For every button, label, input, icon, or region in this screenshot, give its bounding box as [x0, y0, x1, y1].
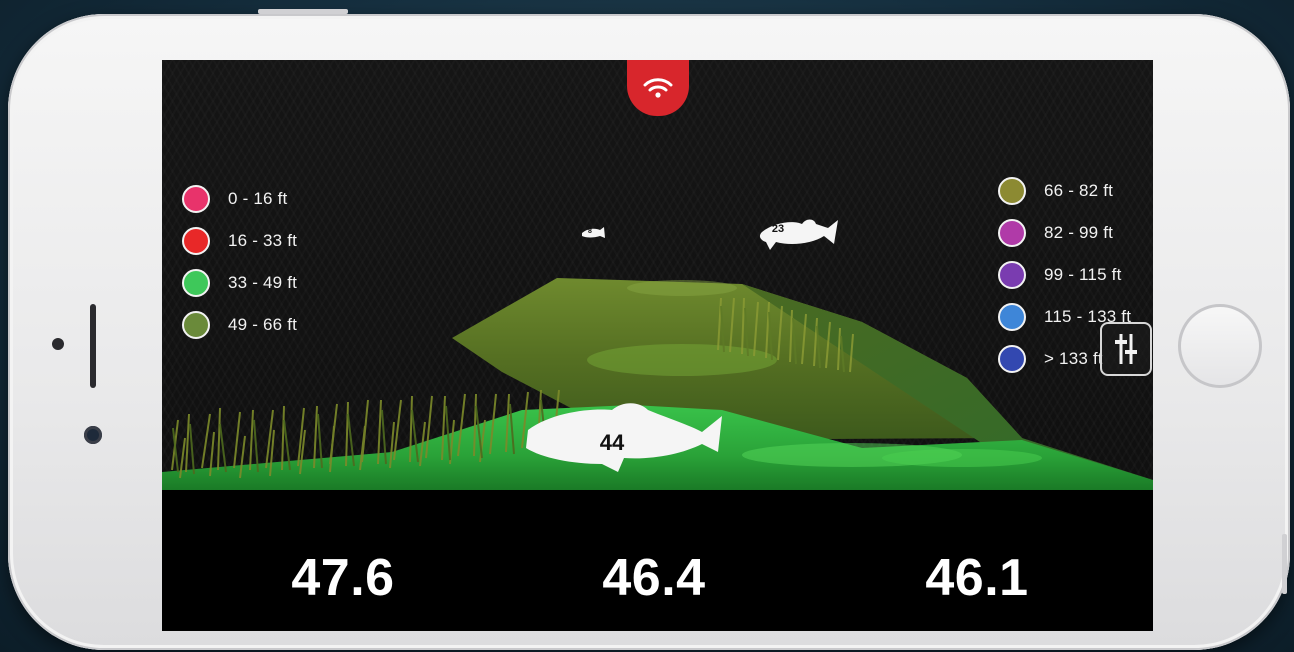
legend-color-dot	[182, 185, 210, 213]
readout-center: 46.4	[602, 549, 706, 607]
home-button[interactable]	[1178, 304, 1262, 388]
legend-label: 99 - 115 ft	[1044, 265, 1122, 284]
legend-label: 49 - 66 ft	[228, 315, 298, 334]
legend-item: 99 - 115 ft	[998, 254, 1131, 296]
readout-left: 47.6	[291, 549, 395, 607]
legend-item: 49 - 66 ft	[182, 304, 297, 346]
power-button	[258, 9, 348, 14]
legend-label: 33 - 49 ft	[228, 273, 298, 292]
legend-item: 16 - 33 ft	[182, 220, 297, 262]
sonar-3d-view[interactable]: 44 23 8 0 - 16 ft 16 - 33 ft 33 - 49 ft	[162, 60, 1153, 492]
depth-legend-left: 0 - 16 ft 16 - 33 ft 33 - 49 ft 49 - 66 …	[182, 178, 297, 346]
app-screen: 44 23 8 0 - 16 ft 16 - 33 ft 33 - 49 ft	[162, 60, 1153, 631]
legend-item: 82 - 99 ft	[998, 212, 1131, 254]
legend-color-dot	[182, 269, 210, 297]
phone-frame: 44 23 8 0 - 16 ft 16 - 33 ft 33 - 49 ft	[8, 9, 1290, 650]
legend-item: 0 - 16 ft	[182, 178, 297, 220]
legend-item: 66 - 82 ft	[998, 170, 1131, 212]
legend-label: 16 - 33 ft	[228, 231, 298, 250]
settings-sliders-button[interactable]	[1100, 322, 1152, 376]
legend-label: 66 - 82 ft	[1044, 181, 1114, 200]
legend-label: 0 - 16 ft	[228, 189, 288, 208]
legend-color-dot	[182, 311, 210, 339]
legend-item: 33 - 49 ft	[182, 262, 297, 304]
readout-right: 46.1	[925, 549, 1029, 607]
wifi-status-tab[interactable]	[627, 60, 689, 116]
legend-color-dot	[998, 345, 1026, 373]
legend-color-dot	[998, 177, 1026, 205]
volume-button	[1282, 534, 1287, 594]
legend-label: > 133 ft	[1044, 349, 1103, 368]
legend-label: 82 - 99 ft	[1044, 223, 1114, 242]
fish-depth-label-medium: 23	[771, 223, 785, 235]
earpiece-speaker	[90, 304, 96, 388]
sliders-icon	[1115, 334, 1137, 364]
proximity-sensor	[52, 338, 64, 350]
legend-color-dot	[998, 303, 1026, 331]
legend-color-dot	[998, 219, 1026, 247]
legend-color-dot	[998, 261, 1026, 289]
front-camera	[84, 426, 102, 444]
fish-depth-label-large: 44	[599, 430, 625, 455]
readout-bar: 47.6 46.4 46.1	[162, 490, 1153, 631]
fish-depth-label-small: 8	[588, 228, 592, 235]
wifi-icon	[643, 78, 673, 98]
legend-color-dot	[182, 227, 210, 255]
